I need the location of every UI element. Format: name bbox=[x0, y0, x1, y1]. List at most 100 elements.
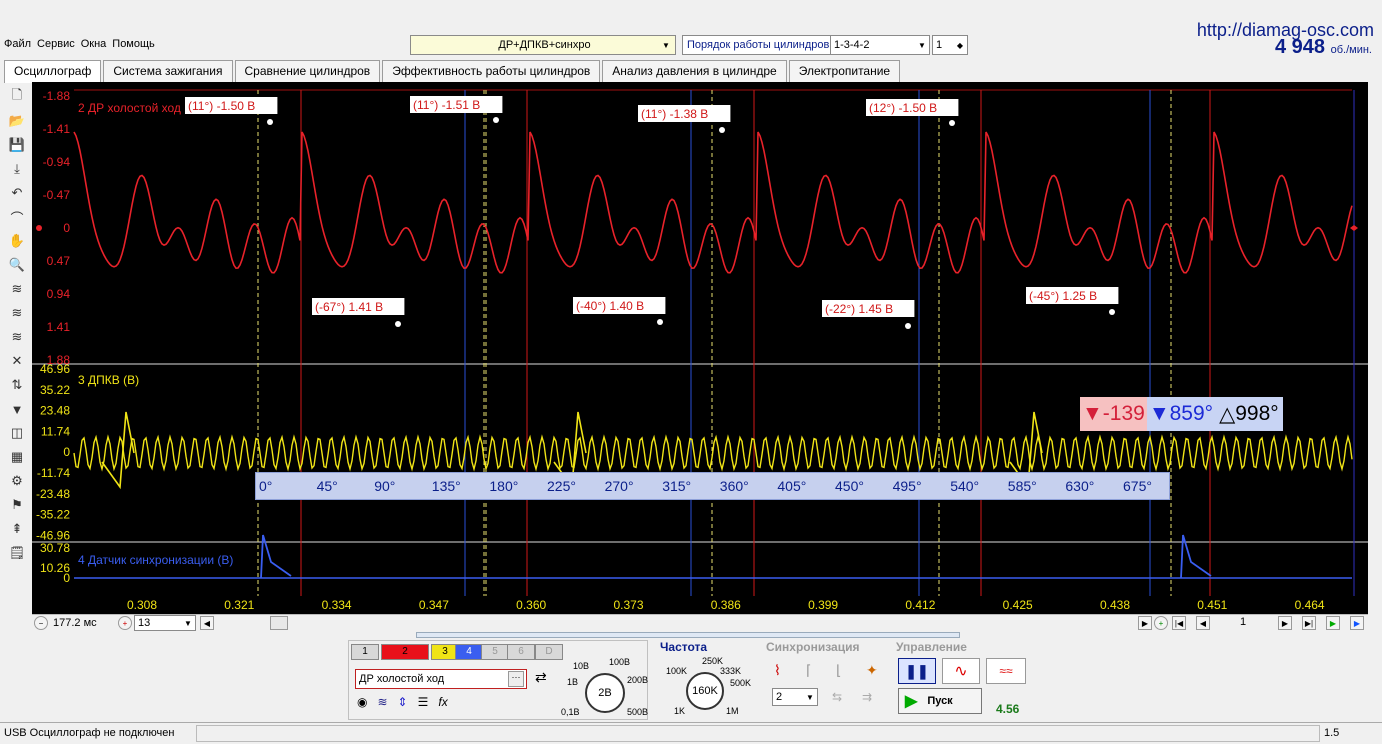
start-button[interactable]: ▶ Пуск bbox=[898, 688, 982, 714]
prev-page-button[interactable]: ◀ bbox=[1196, 616, 1210, 630]
x-tick-label: 0.464 bbox=[1295, 598, 1325, 612]
flag-icon[interactable]: ⚑ bbox=[6, 494, 28, 516]
scroll-right-button[interactable]: ▶ bbox=[1138, 616, 1152, 630]
freq-label-100k: 100K bbox=[666, 666, 688, 676]
freq-label-1m: 1M bbox=[726, 706, 739, 716]
filter-icon[interactable]: ▼ bbox=[6, 398, 28, 420]
cursor-icon[interactable]: ↶ bbox=[6, 182, 28, 204]
scroll-left-button[interactable]: ◀ bbox=[200, 616, 214, 630]
sync-left-icon[interactable]: ⇆ bbox=[832, 690, 842, 704]
channel-select[interactable]: 13 ▼ bbox=[134, 615, 196, 631]
menu-help[interactable]: Помощь bbox=[112, 38, 155, 54]
table-icon[interactable]: ▦ bbox=[6, 446, 28, 468]
freq-label-333k: 333K bbox=[720, 666, 742, 676]
add-page-icon[interactable]: + bbox=[1154, 616, 1168, 630]
channel-5-button[interactable]: 5 bbox=[481, 644, 509, 660]
auto-scale-icon[interactable]: ⤓ bbox=[6, 158, 28, 180]
last-page-button[interactable]: ▶| bbox=[1302, 616, 1316, 630]
ch3-y-tick: 23.48 bbox=[40, 404, 70, 418]
lines-icon[interactable]: ☰ bbox=[418, 695, 429, 715]
splitter-handle[interactable] bbox=[416, 632, 960, 638]
channel-name-value: ДР холостой ход bbox=[359, 673, 445, 685]
tab-ignition[interactable]: Система зажигания bbox=[103, 60, 233, 82]
channel-2-button[interactable]: 2 bbox=[381, 644, 429, 660]
ch3-y-tick: 11.74 bbox=[41, 424, 70, 438]
tab-power-supply[interactable]: Электропитание bbox=[788, 60, 901, 82]
waves3-icon[interactable]: ≋ bbox=[6, 326, 28, 348]
sync-channel-select[interactable]: 2 ▼ bbox=[772, 688, 818, 706]
frequency-knob[interactable]: 160K bbox=[686, 672, 724, 710]
swap-icon[interactable]: ⇄ bbox=[535, 669, 547, 686]
ch2-right-marker bbox=[1350, 225, 1358, 231]
frequency-title: Частота bbox=[660, 640, 708, 654]
vertical-arrows-icon[interactable]: ⇕ bbox=[398, 695, 408, 715]
angle-tick: 405° bbox=[777, 478, 807, 494]
tab-oscilloscope[interactable]: Осциллограф bbox=[4, 60, 102, 83]
curve-icon[interactable]: ⌒ bbox=[6, 206, 28, 228]
tab-pressure-analysis[interactable]: Анализ давления в цилиндре bbox=[602, 60, 787, 82]
zoom-out-icon[interactable]: − bbox=[34, 616, 48, 630]
red-cursor-text: -139 bbox=[1102, 402, 1145, 425]
x-tick-label: 0.347 bbox=[419, 598, 449, 612]
first-page-button[interactable]: |◀ bbox=[1172, 616, 1186, 630]
status-bar: USB Осциллограф не подключен 1.5 bbox=[0, 722, 1382, 744]
auto-sync-icon[interactable]: ✦ bbox=[866, 662, 878, 679]
sync-right-icon[interactable]: ⇉ bbox=[862, 690, 872, 704]
split-icon[interactable]: ⇅ bbox=[6, 374, 28, 396]
menu-windows[interactable]: Окна bbox=[81, 38, 107, 54]
falling-step-icon[interactable]: ⌊ bbox=[836, 662, 841, 679]
new-file-icon[interactable]: 🗋 bbox=[6, 86, 28, 108]
rising-edge-icon[interactable]: ⌇ bbox=[774, 662, 781, 679]
ch2-peak-label: (12°) -1.50 В bbox=[869, 101, 937, 115]
compare-icon[interactable]: ◫ bbox=[6, 422, 28, 444]
waves2-icon[interactable]: ≋ bbox=[6, 302, 28, 324]
tab-cylinder-compare[interactable]: Сравнение цилиндров bbox=[234, 60, 381, 82]
play-blue-button[interactable]: ▶ bbox=[1350, 616, 1364, 630]
settings-auto-icon[interactable]: ⚙ bbox=[6, 470, 28, 492]
preset-value: ДР+ДПКВ+синхро bbox=[498, 39, 591, 51]
channel-4-button[interactable]: 4 bbox=[455, 644, 483, 660]
note-icon[interactable]: 🗒 bbox=[6, 542, 28, 564]
waves-icon[interactable]: ≋ bbox=[6, 278, 28, 300]
oscilloscope-view[interactable]: -1.88 -1.41 -0.94 -0.47 0 0.47 0.94 1.41 1.88 46.… bbox=[32, 82, 1368, 600]
cylinder-order-select[interactable]: 1-3-4-2 ▼ bbox=[830, 35, 930, 55]
multi-wave-button[interactable]: ≈≈ bbox=[986, 658, 1026, 684]
open-folder-icon[interactable]: 📂 bbox=[6, 110, 28, 132]
timebase-value[interactable]: 177.2 мс bbox=[50, 615, 114, 631]
cross-icon[interactable]: ✕ bbox=[6, 350, 28, 372]
ch3-y-tick: 0 bbox=[63, 445, 70, 459]
function-icon[interactable]: fx bbox=[438, 695, 447, 715]
wave-icon[interactable]: ≋ bbox=[377, 695, 387, 715]
channel-d-button[interactable]: D bbox=[535, 644, 563, 660]
eye-icon[interactable]: ◉ bbox=[357, 695, 367, 715]
more-icon[interactable]: ··· bbox=[508, 671, 524, 687]
range-label-10v: 10В bbox=[573, 661, 590, 671]
channel-name-field[interactable]: ДР холостой ход ··· bbox=[355, 669, 527, 689]
save-icon[interactable]: 💾 bbox=[6, 134, 28, 156]
tab-cylinder-efficiency[interactable]: Эффективность работы цилиндров bbox=[382, 60, 601, 82]
preset-select[interactable]: ДР+ДПКВ+синхро ▼ bbox=[410, 35, 676, 55]
channel-6-button[interactable]: 6 bbox=[507, 644, 535, 660]
pause-button[interactable]: ❚❚ bbox=[898, 658, 936, 684]
rising-step-icon[interactable]: ⌈ bbox=[806, 662, 811, 679]
next-page-button[interactable]: ▶ bbox=[1278, 616, 1292, 630]
ch3-trace bbox=[73, 434, 1353, 472]
zoom-icon[interactable]: 🔍 bbox=[6, 254, 28, 276]
chevron-down-icon: ▼ bbox=[662, 40, 670, 50]
play-green-button[interactable]: ▶ bbox=[1326, 616, 1340, 630]
cylinder-number-spinner[interactable]: 1 ◆ bbox=[932, 35, 968, 55]
channel-1-button[interactable]: 1 bbox=[351, 644, 379, 660]
angle-tick: 450° bbox=[835, 478, 864, 494]
angle-tick: 360° bbox=[719, 478, 749, 494]
sine-mode-button[interactable]: ∿ bbox=[942, 658, 980, 684]
voltage-knob[interactable]: 10В 100В 1В 200В 0,1В 500В 2В bbox=[561, 657, 648, 719]
scroll-thumb[interactable] bbox=[270, 616, 288, 630]
voltage-knob-dial[interactable]: 2В bbox=[585, 673, 625, 713]
hand-icon[interactable]: ✋ bbox=[6, 230, 28, 252]
angle-ruler[interactable]: 0° 45° 90° 135° 180° 225° 270° 315° 360° 405° 450°… bbox=[255, 472, 1170, 500]
menu-file[interactable]: Файл bbox=[4, 38, 31, 54]
zoom-in-icon[interactable]: + bbox=[118, 616, 132, 630]
channel-tools: ◉ ≋ ⇕ ☰ fx bbox=[357, 695, 525, 715]
menu-service[interactable]: Сервис bbox=[37, 38, 75, 54]
marker-icon[interactable]: ⇞ bbox=[6, 518, 28, 540]
